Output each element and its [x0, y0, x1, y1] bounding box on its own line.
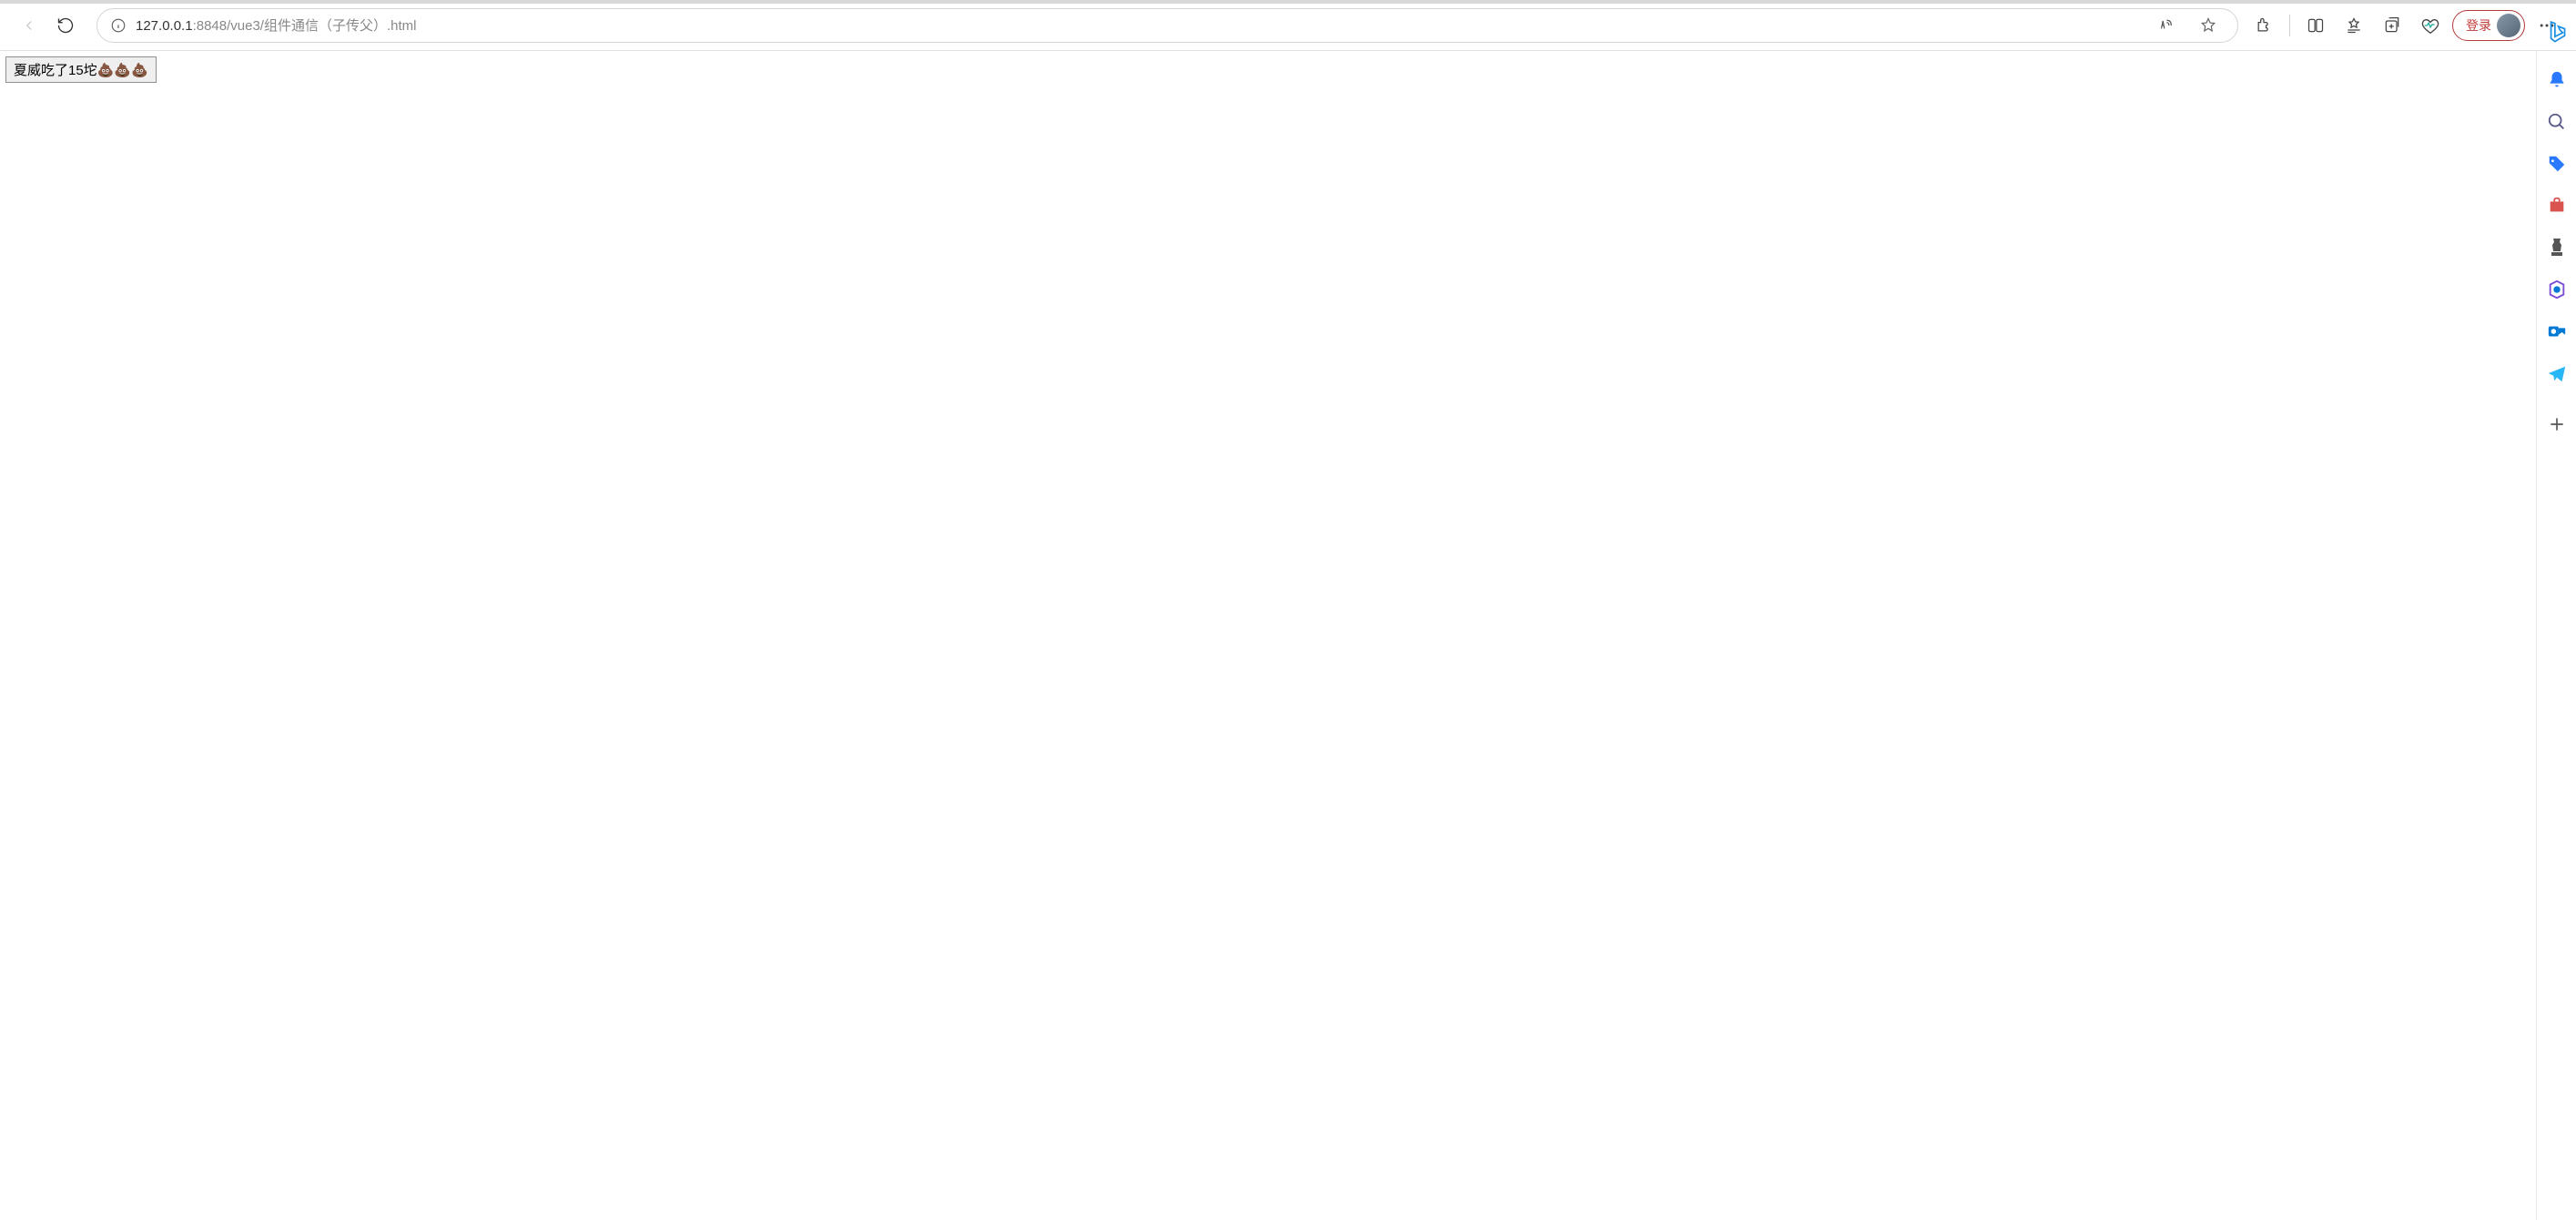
sidebar-outlook[interactable] — [2544, 319, 2570, 344]
bing-sidebar-toggle[interactable] — [2541, 18, 2572, 49]
sidebar-telegram[interactable] — [2544, 361, 2570, 386]
address-bar[interactable]: 127.0.0.1:8848/vue3/组件通信（子传父）.html — [96, 8, 2238, 43]
toolbar-divider — [2289, 15, 2290, 36]
arrow-left-icon — [21, 17, 37, 34]
tag-icon — [2547, 154, 2567, 174]
favorites-list-button[interactable] — [2338, 9, 2370, 42]
office-icon — [2547, 280, 2567, 300]
url-port: :8848 — [193, 18, 228, 34]
login-button[interactable]: 登录 — [2452, 10, 2525, 41]
login-label: 登录 — [2466, 16, 2491, 35]
read-aloud-button[interactable] — [2152, 9, 2185, 42]
read-aloud-icon — [2159, 17, 2177, 34]
url-display: 127.0.0.1:8848/vue3/组件通信（子传父）.html — [136, 15, 2143, 35]
bing-icon — [2545, 20, 2569, 47]
briefcase-icon — [2547, 196, 2567, 216]
send-icon — [2547, 363, 2567, 383]
window-top-strip — [0, 0, 2576, 4]
sidebar-office[interactable] — [2544, 277, 2570, 302]
split-screen-icon — [2307, 16, 2325, 35]
sidebar-shopping[interactable] — [2544, 151, 2570, 177]
plus-icon — [2548, 415, 2566, 433]
extensions-button[interactable] — [2247, 9, 2280, 42]
info-icon — [110, 17, 127, 34]
performance-button[interactable] — [2414, 9, 2447, 42]
sidebar-search[interactable] — [2544, 109, 2570, 135]
url-path: /vue3/组件通信（子传父）.html — [227, 18, 416, 34]
search-icon — [2547, 112, 2567, 132]
sidebar-games[interactable] — [2544, 235, 2570, 260]
chess-icon — [2548, 237, 2566, 259]
page-viewport: 夏威吃了15坨💩💩💩 — [0, 51, 2576, 1220]
sidebar-add[interactable] — [2544, 412, 2570, 437]
bell-icon — [2547, 70, 2567, 90]
refresh-button[interactable] — [51, 11, 80, 40]
favorites-list-icon — [2345, 16, 2363, 35]
browser-toolbar: 127.0.0.1:8848/vue3/组件通信（子传父）.html — [0, 0, 2576, 51]
heartbeat-icon — [2420, 16, 2440, 35]
url-host: 127.0.0.1 — [136, 18, 193, 34]
refresh-icon — [56, 16, 75, 35]
sidebar-notifications[interactable] — [2544, 67, 2570, 93]
main-button[interactable]: 夏威吃了15坨💩💩💩 — [5, 56, 157, 83]
collections-button[interactable] — [2376, 9, 2409, 42]
collections-icon — [2383, 16, 2401, 35]
favorite-button[interactable] — [2192, 9, 2225, 42]
star-icon — [2199, 16, 2217, 35]
back-button[interactable] — [15, 11, 44, 40]
outlook-icon — [2547, 321, 2567, 341]
sidebar-toolbox[interactable] — [2544, 193, 2570, 219]
nav-controls — [7, 11, 87, 40]
user-avatar — [2497, 14, 2520, 37]
address-bar-actions — [2152, 9, 2225, 42]
toolbar-right: 登录 — [2247, 9, 2569, 42]
puzzle-icon — [2255, 16, 2273, 35]
edge-sidebar — [2536, 51, 2576, 1220]
split-screen-button[interactable] — [2299, 9, 2332, 42]
